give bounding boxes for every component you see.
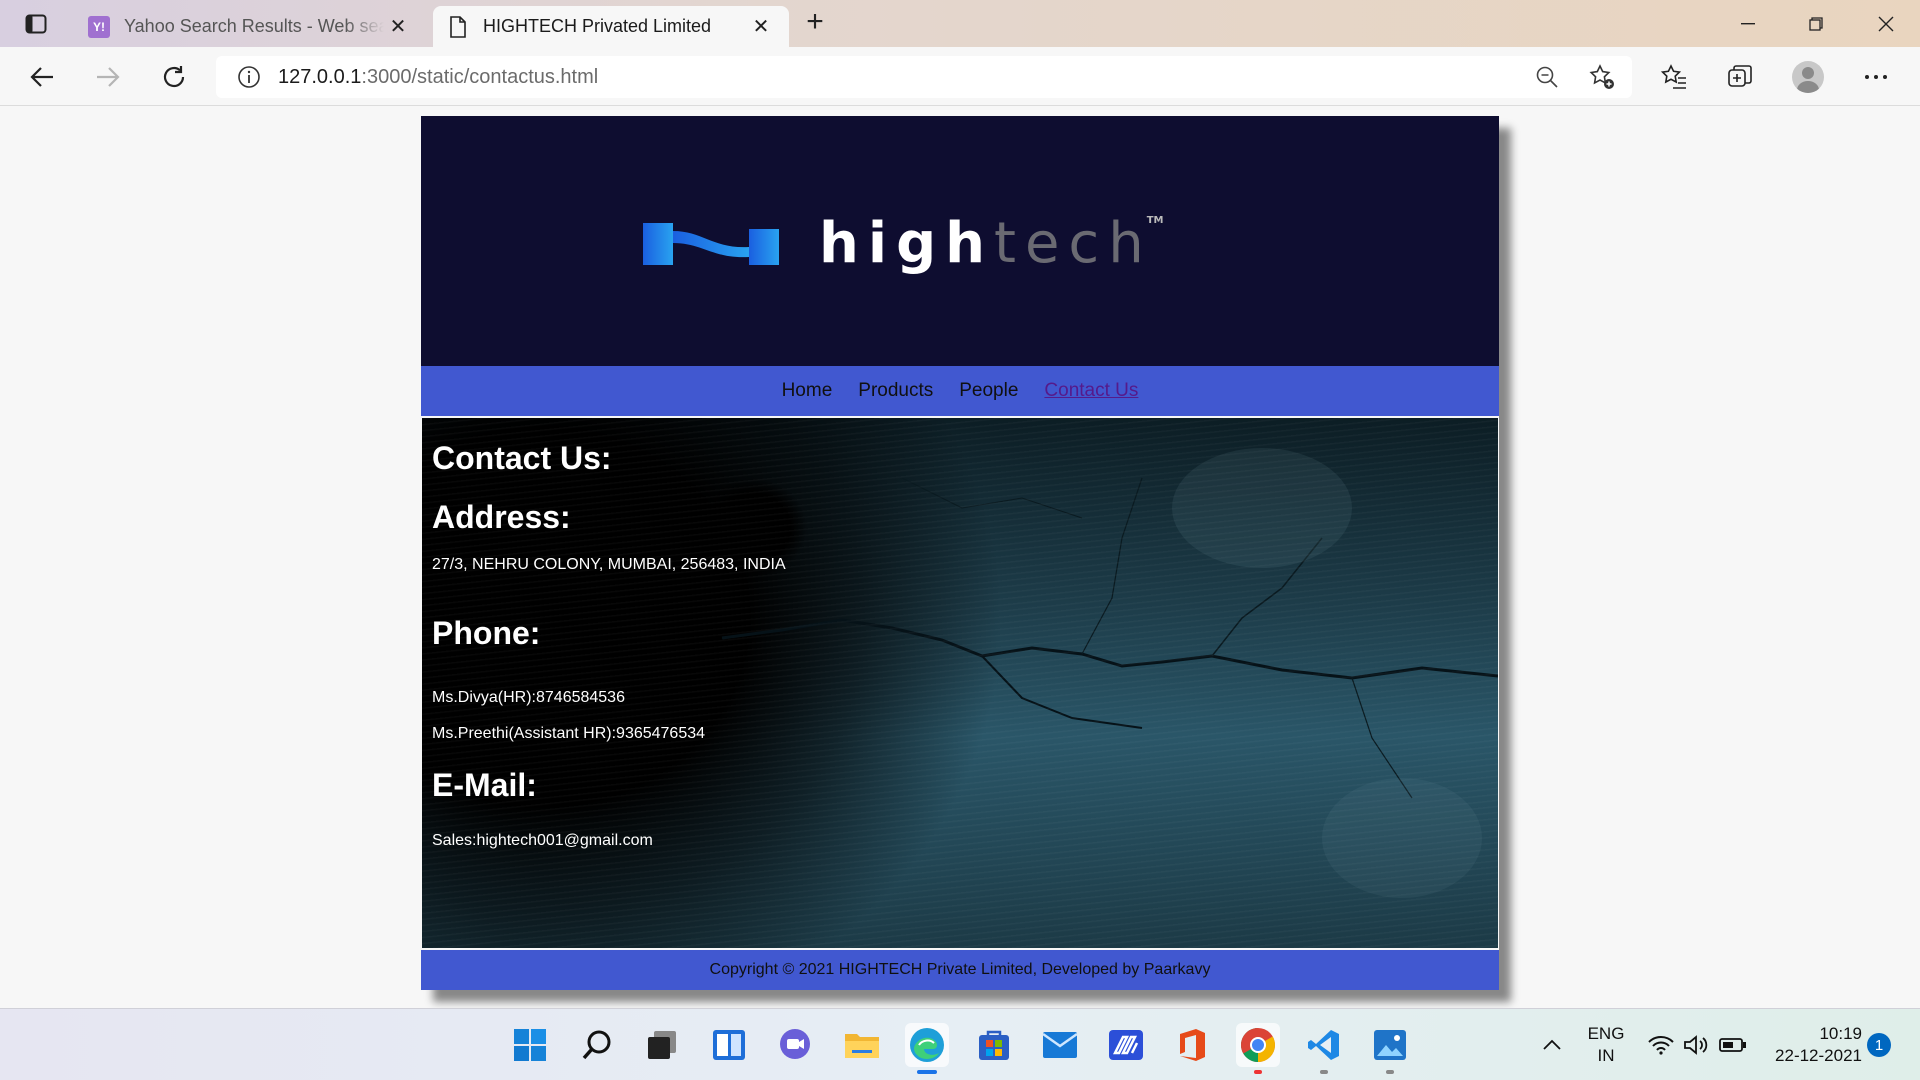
logo-word-high: high: [819, 211, 995, 276]
chevron-up-icon[interactable]: [1532, 1023, 1572, 1067]
avatar: [1792, 61, 1824, 93]
file-explorer-icon[interactable]: [840, 1023, 884, 1067]
collections-icon[interactable]: [1722, 59, 1758, 95]
web-page: hightechTM Home Products People Contact …: [421, 116, 1499, 990]
address-text: 27/3, NEHRU COLONY, MUMBAI, 256483, INDI…: [432, 556, 786, 573]
info-icon[interactable]: [236, 64, 262, 90]
phone-line: Ms.Preethi(Assistant HR):9365476534: [432, 725, 706, 742]
clock[interactable]: 10:19 22-12-2021: [1762, 1023, 1862, 1067]
browser-toolbar: 127.0.0.1:3000/static/contactus.html: [0, 47, 1920, 106]
chat-icon[interactable]: [773, 1023, 817, 1067]
clock-date: 22-12-2021: [1775, 1046, 1862, 1065]
taskbar: ENG IN 10:19 22-12-2021: [0, 1008, 1920, 1080]
contact-content: Contact Us: Address: 27/3, NEHRU COLONY,…: [422, 418, 1498, 948]
zoom-out-icon[interactable]: [1530, 60, 1564, 94]
tab-actions-icon[interactable]: [18, 10, 54, 38]
url-path: :3000/static/contactus.html: [361, 65, 599, 88]
new-tab-icon[interactable]: +: [800, 7, 830, 38]
logo-wordmark: hightechTM: [819, 216, 1164, 272]
url-text: 127.0.0.1:3000/static/contactus.html: [278, 66, 598, 89]
wall-texture-image: [721, 448, 1498, 898]
battery-icon[interactable]: [1712, 1023, 1754, 1067]
email-text: Sales:hightech001@gmail.com: [432, 832, 653, 849]
back-icon[interactable]: [22, 57, 62, 97]
more-options-icon[interactable]: [1858, 59, 1894, 95]
nav-people[interactable]: People: [959, 380, 1018, 402]
minimize-icon[interactable]: [1720, 6, 1776, 42]
yahoo-icon: Y!: [88, 15, 110, 38]
tab-title: Yahoo Search Results - Web search: [124, 16, 384, 36]
refresh-icon[interactable]: [154, 57, 194, 97]
office-icon[interactable]: [1170, 1023, 1214, 1067]
chrome-icon[interactable]: [1236, 1023, 1280, 1074]
profile-avatar[interactable]: [1790, 59, 1826, 95]
nav-home[interactable]: Home: [782, 380, 833, 402]
phone-line: Ms.Divya(HR):8746584536: [432, 689, 625, 706]
add-favorite-icon[interactable]: [1585, 60, 1619, 94]
address-heading: Address:: [432, 499, 571, 535]
volume-icon[interactable]: [1675, 1023, 1717, 1067]
site-logo[interactable]: hightechTM: [643, 216, 1164, 272]
store-icon[interactable]: [972, 1023, 1016, 1067]
search-icon[interactable]: [575, 1023, 619, 1067]
edge-icon[interactable]: [905, 1023, 949, 1074]
address-bar[interactable]: 127.0.0.1:3000/static/contactus.html: [216, 56, 1632, 98]
close-window-icon[interactable]: [1858, 6, 1914, 42]
close-icon[interactable]: ✕: [747, 13, 775, 41]
running-indicator: [1386, 1070, 1394, 1074]
hightech-logo-icon: [643, 223, 779, 265]
running-indicator: [1320, 1070, 1328, 1074]
tab-title: HIGHTECH Privated Limited: [483, 16, 712, 36]
mail-icon[interactable]: [1038, 1023, 1082, 1067]
favorites-icon[interactable]: [1656, 59, 1692, 95]
active-indicator: [917, 1070, 937, 1074]
photos-icon[interactable]: [1368, 1023, 1412, 1074]
contact-heading: Contact Us:: [432, 440, 612, 476]
restore-icon[interactable]: [1788, 6, 1844, 42]
browser-title-bar: Y! Yahoo Search Results - Web search ✕ H…: [0, 0, 1920, 47]
site-footer: Copyright © 2021 HIGHTECH Private Limite…: [421, 950, 1499, 990]
nav-products[interactable]: Products: [858, 380, 933, 402]
region-code: IN: [1597, 1046, 1615, 1065]
task-view-icon[interactable]: [640, 1023, 684, 1067]
widgets-icon[interactable]: [707, 1023, 751, 1067]
start-icon[interactable]: [508, 1023, 552, 1067]
forward-icon[interactable]: [88, 57, 128, 97]
language-indicator[interactable]: ENG IN: [1580, 1023, 1632, 1067]
tab-yahoo[interactable]: Y! Yahoo Search Results - Web search ✕: [74, 6, 426, 47]
url-host: 127.0.0.1: [278, 65, 362, 88]
email-heading: E-Mail:: [432, 767, 537, 803]
nav-contact-us[interactable]: Contact Us: [1044, 380, 1138, 402]
site-banner: hightechTM: [421, 116, 1499, 366]
power-automate-icon[interactable]: [1104, 1023, 1148, 1067]
active-indicator: [1254, 1070, 1262, 1074]
notification-badge[interactable]: 1: [1867, 1033, 1891, 1057]
logo-word-tech: tech: [994, 211, 1153, 276]
tab-hightech[interactable]: HIGHTECH Privated Limited ✕: [433, 6, 789, 47]
clock-time: 10:19: [1819, 1024, 1862, 1043]
logo-trademark: TM: [1146, 215, 1164, 226]
site-navbar: Home Products People Contact Us: [421, 366, 1499, 416]
language-code: ENG: [1587, 1024, 1625, 1043]
phone-heading: Phone:: [432, 615, 541, 651]
close-icon[interactable]: ✕: [384, 13, 412, 41]
vscode-icon[interactable]: [1302, 1023, 1346, 1074]
page-icon: [447, 15, 469, 38]
